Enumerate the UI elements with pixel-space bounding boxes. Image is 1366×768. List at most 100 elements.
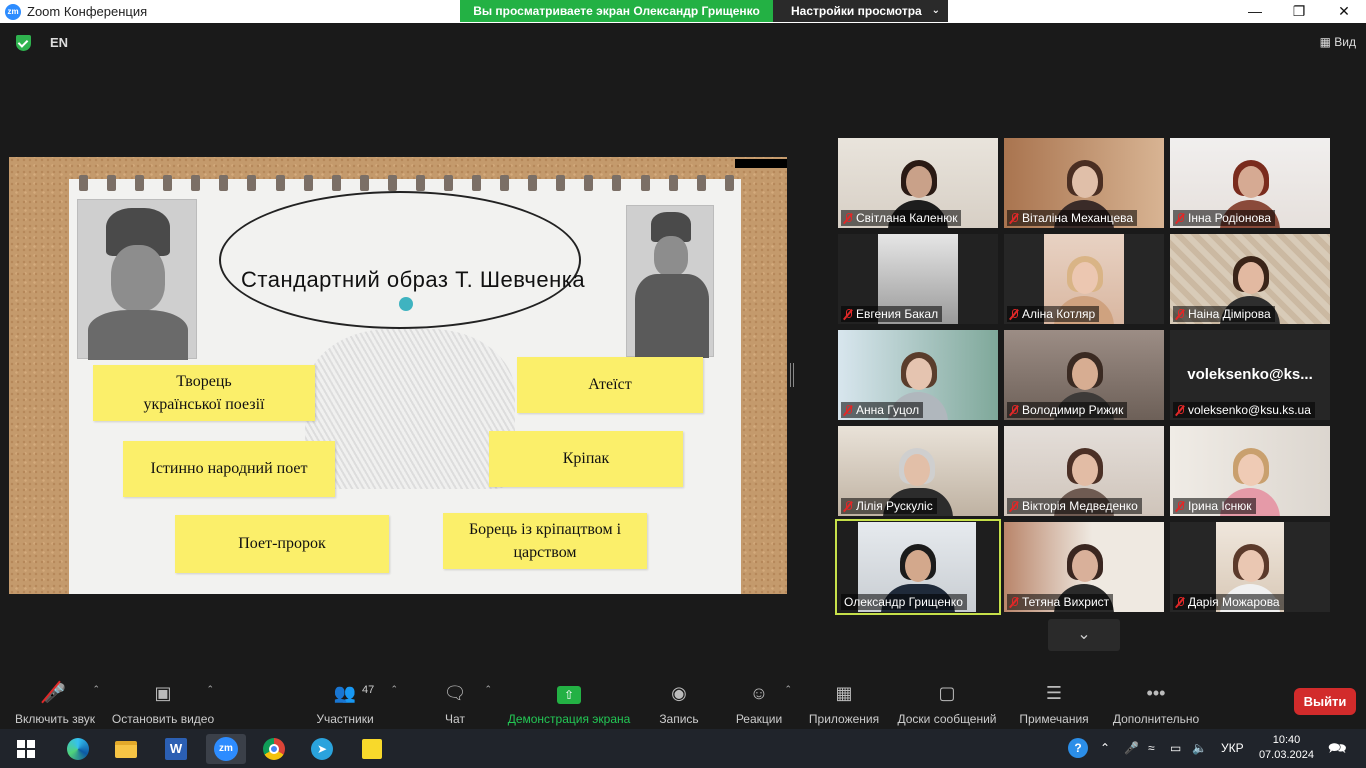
view-options-label: Настройки просмотра: [791, 4, 922, 18]
battery-icon[interactable]: ▭: [1170, 729, 1181, 768]
sketch-illustration: [305, 329, 515, 489]
zoom-window: zm Zoom Конференция Вы просматриваете эк…: [0, 0, 1366, 768]
portrait-image-left: [77, 199, 197, 360]
mic-muted-icon: [1176, 308, 1184, 320]
maximize-button[interactable]: ❐: [1276, 0, 1322, 22]
chevron-down-icon: ⌄: [1077, 626, 1091, 643]
slide-title: Стандартний образ Т. Шевченка: [241, 267, 586, 292]
more-button[interactable]: ••• Дополнительно: [1108, 672, 1204, 729]
whiteboards-button[interactable]: ▢ Доски сообщений: [894, 672, 1000, 729]
participants-count: 47: [362, 684, 375, 696]
note-poet-prophet: Поет-пророк: [175, 515, 389, 573]
participant-tile-active-speaker[interactable]: Олександр Грищенко: [835, 519, 1001, 615]
participant-tile[interactable]: Евгения Бакал: [838, 234, 998, 324]
notes-button[interactable]: ☰ Примечания: [1016, 672, 1092, 729]
mic-muted-icon: [1010, 500, 1018, 512]
note-creator-of-poetry: Творець української поезії: [93, 365, 315, 421]
note-serf: Кріпак: [489, 431, 683, 487]
chat-options-caret-icon[interactable]: ⌃: [484, 684, 492, 695]
taskbar-sticky-notes[interactable]: [356, 734, 388, 764]
chat-label: Чат: [445, 712, 465, 726]
zoom-logo-icon: zm: [5, 4, 21, 20]
share-indicator-bar: [735, 159, 787, 168]
chat-button[interactable]: 🗨 ⌃ Чат: [436, 672, 492, 729]
folder-icon: [115, 740, 137, 758]
help-tray-icon[interactable]: ?: [1068, 729, 1088, 768]
participant-tile[interactable]: Тетяна Вихрист: [1004, 522, 1164, 612]
participant-name: Олександр Грищенко: [841, 594, 967, 610]
record-label: Запись: [659, 712, 699, 726]
notification-center-icon[interactable]: 🗪: [1328, 729, 1347, 768]
participant-tile[interactable]: Володимир Рижик: [1004, 330, 1164, 420]
taskbar-telegram[interactable]: ➤: [306, 734, 338, 764]
mic-muted-icon: 🎤: [12, 680, 98, 704]
record-button[interactable]: ◉ Запись: [654, 672, 704, 729]
share-banner-text: Вы просматриваете экран Олександр Грищен…: [460, 0, 773, 22]
audio-options-caret-icon[interactable]: ⌃: [92, 684, 100, 695]
unmute-label: Включить звук: [14, 712, 96, 726]
minimize-button[interactable]: —: [1232, 0, 1278, 22]
clock-time: 10:40: [1272, 734, 1301, 746]
volume-icon[interactable]: 🔈: [1192, 729, 1207, 768]
slide-paper: Стандартний образ Т. Шевченка Творець ук…: [69, 175, 741, 594]
chevron-down-icon: ⌄: [931, 5, 940, 16]
participant-tile[interactable]: Анна Гуцол: [838, 330, 998, 420]
mic-muted-icon: [844, 212, 852, 224]
portrait-image-right: [626, 205, 714, 358]
view-button[interactable]: ▦ Вид: [1320, 35, 1356, 49]
participant-tile[interactable]: Інна Родіонова: [1170, 138, 1330, 228]
taskbar-zoom[interactable]: zm: [206, 734, 246, 764]
taskbar-edge[interactable]: [62, 734, 94, 764]
mic-muted-icon: [1176, 212, 1184, 224]
taskbar-file-explorer[interactable]: [110, 734, 142, 764]
participants-button[interactable]: 👥 47 ⌃ Участники: [312, 672, 398, 729]
participant-name: Світлана Каленюк: [841, 210, 962, 226]
record-icon: ◉: [671, 683, 687, 703]
participants-options-caret-icon[interactable]: ⌃: [390, 684, 398, 695]
word-icon: W: [165, 738, 187, 760]
share-banner: Вы просматриваете экран Олександр Грищен…: [460, 0, 948, 22]
reaction-smiley-icon: ☺: [749, 683, 769, 703]
input-language-indicator[interactable]: УКР: [1221, 729, 1244, 768]
note-true-folk-poet: Істинно народний поет: [123, 441, 335, 497]
mic-muted-icon: [1010, 308, 1018, 320]
participant-name: Володимир Рижик: [1007, 402, 1128, 418]
stop-video-label: Остановить видео: [111, 712, 215, 726]
participant-name: Ірина Існюк: [1173, 498, 1256, 514]
meeting-toolbar: 🎤 ⌃ Включить звук ▣ ⌃ Остановить видео 👥…: [0, 672, 1366, 729]
participant-tile[interactable]: Ірина Існюк: [1170, 426, 1330, 516]
view-options-button[interactable]: Настройки просмотра ⌄: [773, 0, 948, 22]
participant-tile[interactable]: voleksenko@ks... voleksenko@ksu.ks.ua: [1170, 330, 1330, 420]
close-button[interactable]: ✕: [1321, 0, 1366, 22]
taskbar-chrome[interactable]: [258, 734, 290, 764]
reactions-options-caret-icon[interactable]: ⌃: [784, 684, 792, 695]
encryption-shield-icon[interactable]: [16, 35, 31, 51]
taskbar-word[interactable]: W: [160, 734, 192, 764]
apps-button[interactable]: ▦ Приложения: [806, 672, 882, 729]
language-interpretation-button[interactable]: EN: [50, 35, 68, 50]
participant-tile[interactable]: Вікторія Медведенко: [1004, 426, 1164, 516]
reactions-button[interactable]: ☺ ⌃ Реакции: [734, 672, 792, 729]
more-label: Дополнительно: [1112, 712, 1200, 726]
network-icon[interactable]: ≈: [1148, 729, 1155, 768]
unmute-button[interactable]: 🎤 ⌃ Включить звук: [12, 672, 100, 729]
leave-button[interactable]: Выйти: [1294, 688, 1356, 715]
participant-tile[interactable]: Дарія Можарова: [1170, 522, 1330, 612]
share-screen-arrow-icon: ⇧: [557, 686, 581, 704]
participant-tile[interactable]: Світлана Каленюк: [838, 138, 998, 228]
participant-tile[interactable]: Лілія Рускуліс: [838, 426, 998, 516]
participant-tile[interactable]: Аліна Котляр: [1004, 234, 1164, 324]
participant-tile[interactable]: Віталіна Механцева: [1004, 138, 1164, 228]
share-screen-button[interactable]: ⇧ Демонстрация экрана: [506, 672, 632, 729]
show-hidden-icons-chevron-icon[interactable]: ⌃: [1100, 729, 1110, 768]
gallery-next-page-button[interactable]: ⌄: [1048, 619, 1120, 651]
shared-screen[interactable]: Стандартний образ Т. Шевченка Творець ук…: [9, 157, 787, 594]
video-options-caret-icon[interactable]: ⌃: [206, 684, 214, 695]
split-view-handle[interactable]: [790, 363, 794, 387]
share-screen-label: Демонстрация экрана: [507, 712, 631, 726]
start-button[interactable]: [10, 734, 42, 764]
taskbar-clock[interactable]: 10:40 07.03.2024: [1259, 733, 1314, 763]
stop-video-button[interactable]: ▣ ⌃ Остановить видео: [110, 672, 216, 729]
microphone-tray-icon[interactable]: 🎤: [1124, 729, 1139, 768]
participant-tile[interactable]: Наіна Дімірова: [1170, 234, 1330, 324]
